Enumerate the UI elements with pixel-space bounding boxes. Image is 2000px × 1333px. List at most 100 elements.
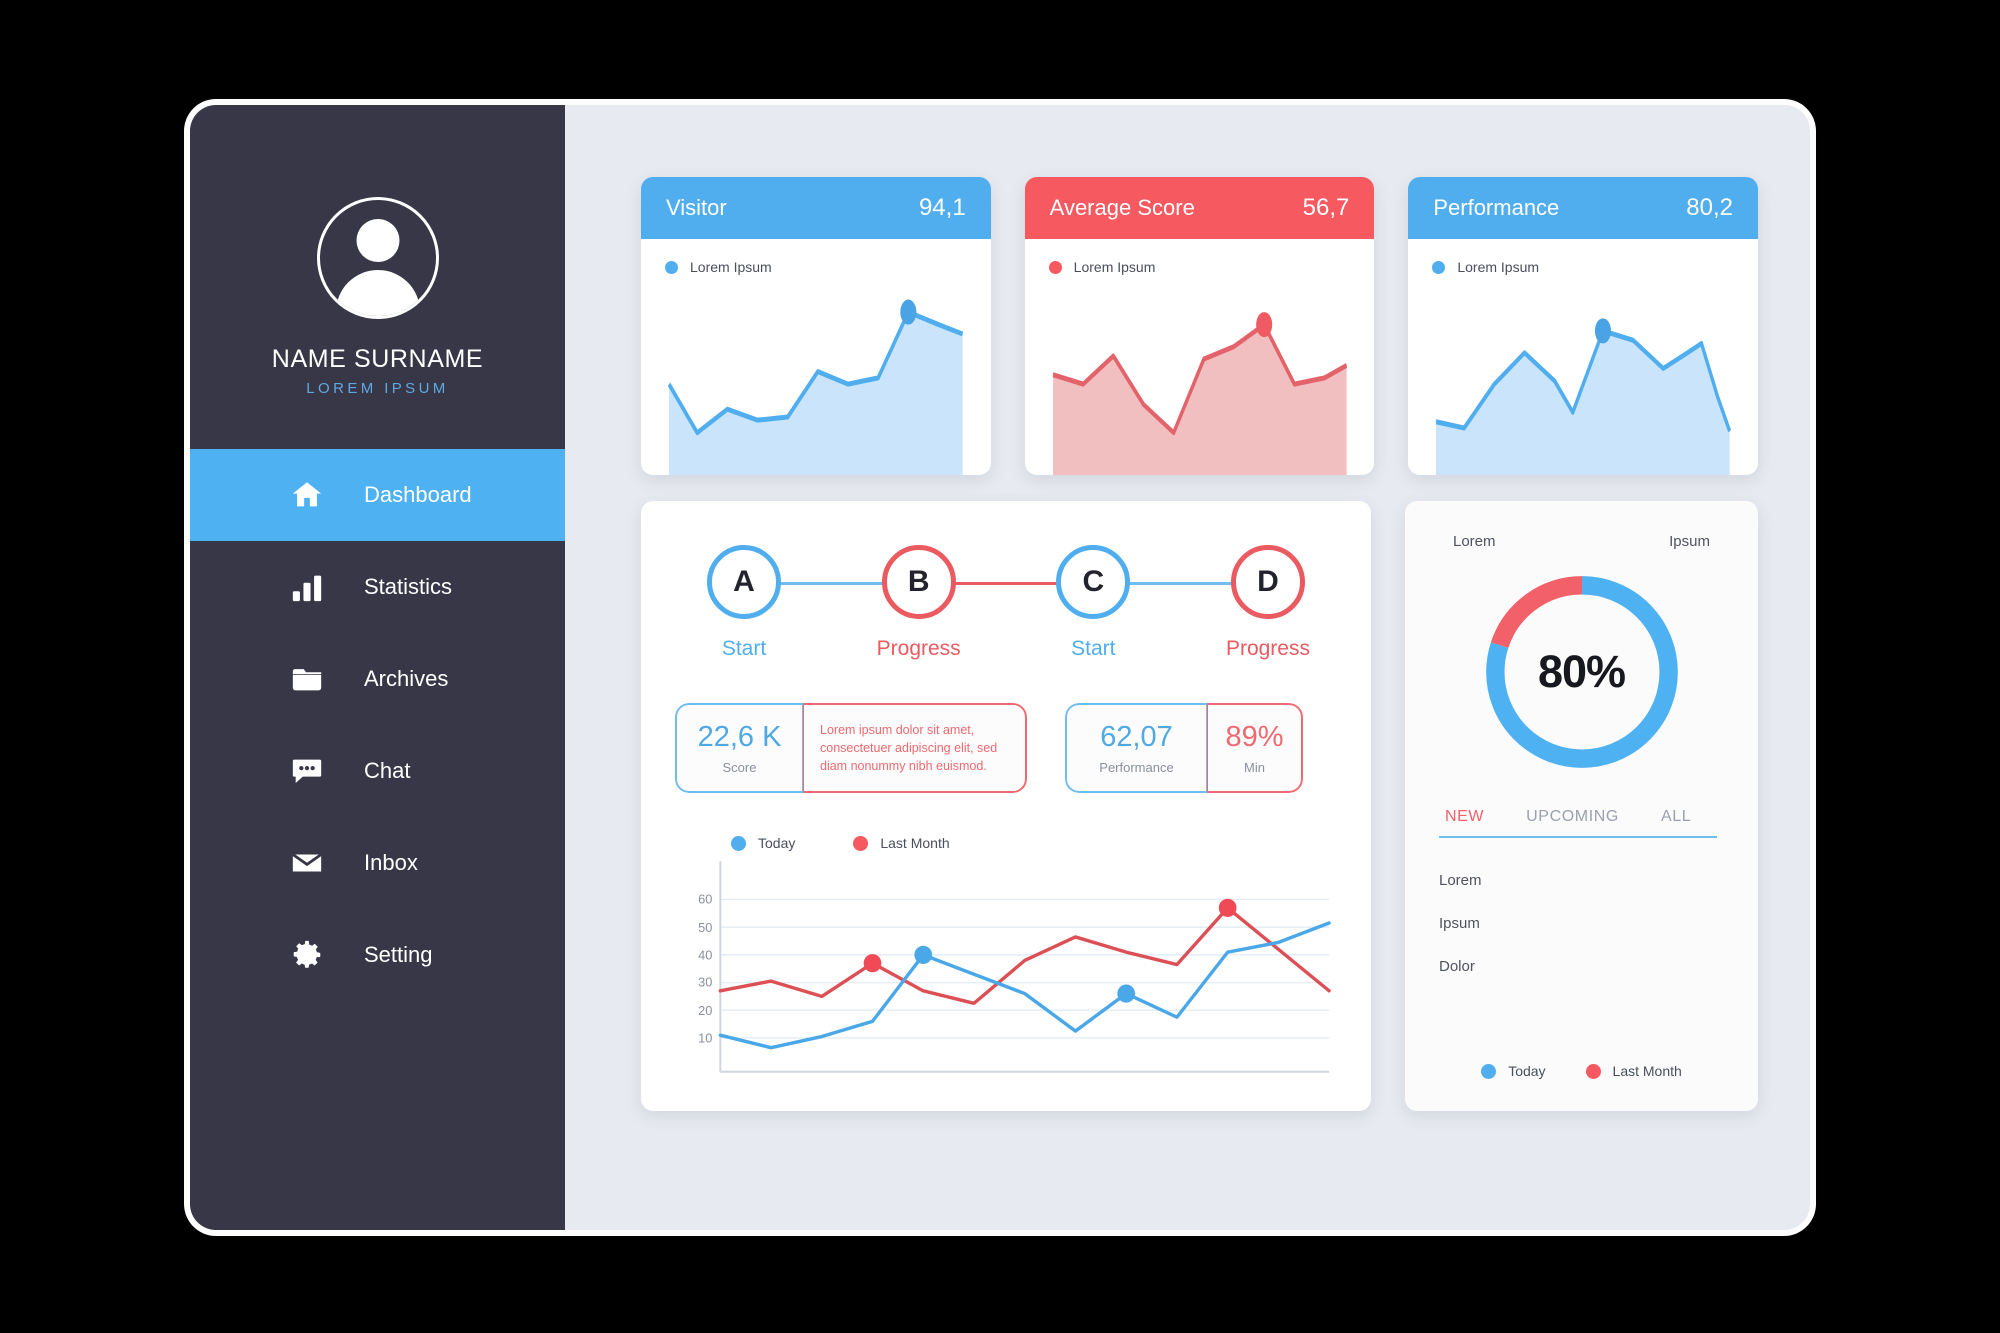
summary-legend-today: Today xyxy=(1481,1063,1546,1079)
progress-bar-label: Ipsum xyxy=(1439,915,1480,932)
legend-dot-icon xyxy=(1432,260,1446,274)
stat-card-title: Performance xyxy=(1433,195,1560,220)
score-pill-text-segment: Lorem ipsum dolor sit amet, consectetuer… xyxy=(803,703,1027,793)
stat-card-visitor[interactable]: Visitor 94,1 Lorem Ipsum xyxy=(641,177,991,475)
sparkline-area-chart-average-score xyxy=(1049,287,1351,475)
step-label: Start xyxy=(721,637,767,660)
sidebar-item-label: Chat xyxy=(364,758,411,783)
progress-bars-list: Lorem Ipsum Dolor xyxy=(1439,872,1724,1001)
tab-all[interactable]: ALL xyxy=(1661,808,1691,838)
sparkline-area-chart-performance xyxy=(1432,287,1734,475)
min-segment: 89% Min xyxy=(1207,703,1303,793)
tab-upcoming[interactable]: UPCOMING xyxy=(1526,808,1619,838)
svg-text:60: 60 xyxy=(698,891,712,906)
sidebar-item-statistics[interactable]: Statistics xyxy=(190,541,565,633)
sidebar-item-dashboard[interactable]: Dashboard xyxy=(190,449,565,541)
svg-text:40: 40 xyxy=(698,947,712,962)
legend-label: Last Month xyxy=(1612,1063,1682,1079)
sidebar-item-label: Archives xyxy=(364,666,449,691)
legend-dot-icon xyxy=(1585,1063,1601,1079)
sidebar-item-inbox[interactable]: Inbox xyxy=(190,817,565,909)
stat-card-performance[interactable]: Performance 80,2 Lorem Ipsum xyxy=(1408,177,1759,475)
line-chart-section: Today Last Month 10 20 30 40 50 60 xyxy=(675,835,1337,1090)
home-icon xyxy=(290,478,324,512)
stat-card-legend: Lorem Ipsum xyxy=(1432,259,1734,275)
stat-card-legend: Lorem Ipsum xyxy=(1048,259,1351,275)
sidebar-item-chat[interactable]: Chat xyxy=(190,725,565,817)
svg-text:10: 10 xyxy=(698,1030,712,1045)
summary-header-left: Lorem xyxy=(1453,533,1496,550)
summary-panel: Lorem Ipsum 80% NEW UPCOMING ALL Lorem I… xyxy=(1405,501,1758,1111)
folder-icon xyxy=(290,662,324,696)
summary-panel-header: Lorem Ipsum xyxy=(1439,533,1724,550)
sidebar-nav: Dashboard Statistics Archives Chat Inbox… xyxy=(190,449,565,1001)
score-pill[interactable]: 22,6 K Score Lorem ipsum dolor sit amet,… xyxy=(675,703,1027,793)
line-chart-legend-today: Today xyxy=(731,835,795,851)
stat-card-header: Performance 80,2 xyxy=(1408,177,1759,239)
stepper-step-a[interactable]: A Start xyxy=(689,545,799,661)
legend-dot-icon xyxy=(853,835,869,851)
stepper-step-b[interactable]: B Progress xyxy=(864,545,974,661)
legend-label: Lorem Ipsum xyxy=(1073,259,1156,275)
progress-bar-label: Dolor xyxy=(1439,958,1475,975)
lower-panels-row: A Start B Progress C Start D Progress 22… xyxy=(641,501,1758,1111)
stat-card-title: Visitor xyxy=(666,195,727,220)
step-circle: B xyxy=(881,545,956,619)
sparkline-area-chart-visitor xyxy=(665,287,967,475)
stat-card-body: Lorem Ipsum xyxy=(1025,239,1375,475)
step-circle: C xyxy=(1056,545,1131,619)
dashboard-device-frame: NAME SURNAME LOREM IPSUM Dashboard Stati… xyxy=(190,105,1810,1230)
performance-pill[interactable]: 62,07 Performance 89% Min xyxy=(1065,703,1303,793)
legend-label: Last Month xyxy=(880,835,950,851)
stat-card-header: Visitor 94,1 xyxy=(641,177,991,239)
stat-card-body: Lorem Ipsum xyxy=(1408,239,1758,475)
step-label: Progress xyxy=(1225,637,1310,660)
sidebar-item-archives[interactable]: Archives xyxy=(190,633,565,725)
summary-legend: Today Last Month xyxy=(1439,1063,1724,1085)
stepper: A Start B Progress C Start D Progress xyxy=(675,545,1337,661)
stat-card-value: 80,2 xyxy=(1686,194,1734,221)
step-label: Progress xyxy=(876,637,961,660)
stat-card-value: 56,7 xyxy=(1302,194,1350,221)
bar-chart-icon xyxy=(290,570,324,604)
user-avatar-icon xyxy=(316,197,439,319)
progress-bar-row: Lorem xyxy=(1439,872,1724,889)
legend-dot-icon xyxy=(1048,260,1062,274)
donut-chart-wrapper: 80% xyxy=(1439,572,1724,772)
legend-label: Lorem Ipsum xyxy=(690,259,772,275)
envelope-icon xyxy=(290,846,324,880)
sidebar-item-label: Setting xyxy=(364,942,433,967)
stat-card-average-score[interactable]: Average Score 56,7 Lorem Ipsum xyxy=(1024,177,1375,475)
stepper-step-c[interactable]: C Start xyxy=(1038,545,1148,661)
stat-card-legend: Lorem Ipsum xyxy=(665,259,967,275)
summary-legend-last-month: Last Month xyxy=(1585,1063,1682,1079)
performance-segment: 62,07 Performance xyxy=(1065,703,1207,793)
chat-bubble-icon xyxy=(290,754,324,788)
score-caption: Score xyxy=(722,760,757,775)
step-circle: D xyxy=(1230,545,1305,619)
score-pill-value-segment: 22,6 K Score xyxy=(675,703,803,793)
donut-chart: 80% xyxy=(1482,572,1682,772)
line-chart-legend-last-month: Last Month xyxy=(853,835,950,851)
summary-header-right: Ipsum xyxy=(1669,533,1710,550)
main-content: Visitor 94,1 Lorem Ipsum Average Score 5… xyxy=(565,105,1810,1230)
svg-text:20: 20 xyxy=(698,1003,712,1018)
legend-dot-icon xyxy=(665,260,678,274)
step-circle: A xyxy=(707,545,781,619)
legend-label: Today xyxy=(1508,1063,1546,1079)
sidebar-item-label: Dashboard xyxy=(364,482,472,507)
progress-bar-row: Dolor xyxy=(1439,958,1724,975)
donut-percent-label: 80% xyxy=(1537,646,1626,697)
stepper-step-d[interactable]: D Progress xyxy=(1213,545,1323,661)
svg-text:50: 50 xyxy=(698,920,712,935)
legend-label: Today xyxy=(758,835,796,851)
gear-icon xyxy=(290,938,324,972)
legend-label: Lorem Ipsum xyxy=(1457,259,1540,275)
stat-card-value: 94,1 xyxy=(918,194,966,221)
progress-bar-label: Lorem xyxy=(1439,872,1482,889)
legend-dot-icon xyxy=(731,835,746,851)
tab-new[interactable]: NEW xyxy=(1445,808,1484,838)
performance-value: 62,07 xyxy=(1100,721,1173,753)
sidebar-item-setting[interactable]: Setting xyxy=(190,909,565,1001)
line-chart-legend: Today Last Month xyxy=(675,835,1337,851)
